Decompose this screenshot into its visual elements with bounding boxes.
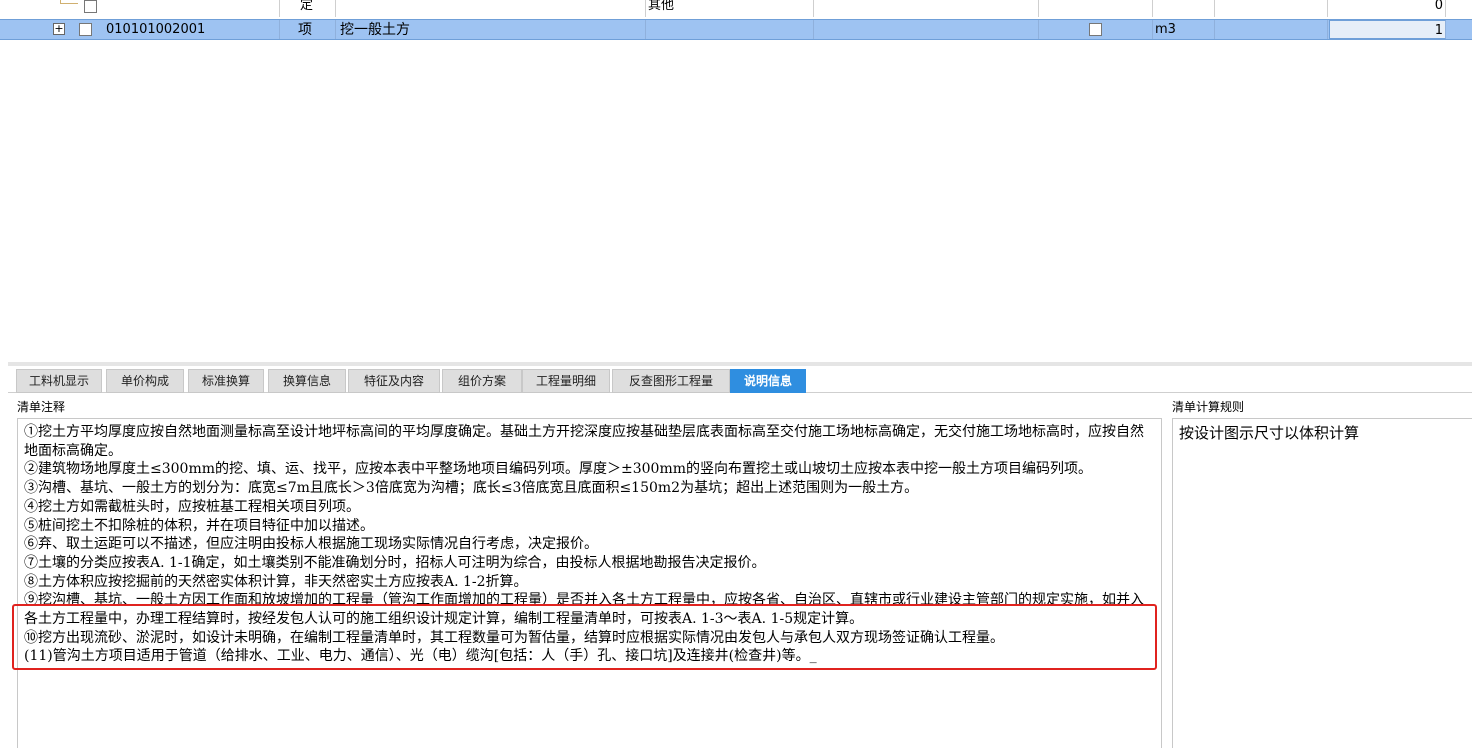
- unit-cell[interactable]: [1153, 0, 1215, 17]
- note-line: ③沟槽、基坑、一般土方的划分为：底宽≤7m且底长＞3倍底宽为沟槽；底长≤3倍底宽…: [24, 480, 919, 497]
- table-row-selected[interactable]: 010101002001 项 挖一般土方 m3 1: [0, 19, 1472, 40]
- note-line: ⑨挖沟槽、基坑、一般土方因工作面和放坡增加的工程量（管沟工作面增加的工程量）是否…: [24, 592, 1144, 628]
- tab-standard-conversion[interactable]: 标准换算: [188, 369, 264, 393]
- expand-icon[interactable]: +: [53, 23, 65, 35]
- tab-pricing-plan[interactable]: 组价方案: [442, 369, 522, 393]
- table-row[interactable]: 定 其他 0: [0, 0, 1472, 17]
- notes-textarea[interactable]: ①挖土方平均厚度应按自然地面测量标高至设计地坪标高间的平均厚度确定。基础土方开挖…: [17, 418, 1162, 748]
- tab-conversion-info[interactable]: 换算信息: [268, 369, 346, 393]
- spec-cell[interactable]: [814, 20, 1039, 39]
- tab-features[interactable]: 特征及内容: [348, 369, 440, 393]
- rules-text: 按设计图示尺寸以体积计算: [1179, 424, 1360, 442]
- note-line: ①挖土方平均厚度应按自然地面测量标高至设计地坪标高间的平均厚度确定。基础土方开挖…: [24, 424, 1144, 459]
- expr-cell[interactable]: [1215, 20, 1328, 39]
- tab-unit-price[interactable]: 单价构成: [106, 369, 184, 393]
- note-line: ⑥弃、取土运距可以不描述，但应注明由投标人根据施工现场实际情况自行考虑，决定报价…: [24, 536, 598, 553]
- row-checkbox[interactable]: [84, 0, 97, 13]
- tab-reverse-graphic[interactable]: 反查图形工程量: [612, 369, 730, 393]
- tab-quantity-detail[interactable]: 工程量明细: [522, 369, 610, 393]
- note-line: ⑤桩间挖土不扣除桩的体积，并在项目特征中加以描述。: [24, 517, 374, 534]
- item-grid: 定 其他 0 6 010101002001 项 挖一般土方 m3 1 +: [0, 0, 1472, 362]
- quantity-cell[interactable]: 0: [1328, 0, 1446, 17]
- desc-cell[interactable]: [646, 20, 814, 39]
- quantity-cell[interactable]: 1: [1329, 20, 1446, 39]
- name-cell[interactable]: 其他: [646, 0, 814, 17]
- name-cell[interactable]: 挖一般土方: [336, 20, 646, 39]
- rules-title: 清单计算规则: [1172, 400, 1245, 414]
- tab-material-display[interactable]: 工料机显示: [16, 369, 102, 393]
- unit-cell[interactable]: m3: [1153, 20, 1215, 39]
- type-cell[interactable]: 定: [280, 0, 336, 17]
- note-line: ④挖土方如需截桩头时，应按桩基工程相关项目列项。: [24, 498, 360, 515]
- note-line: (11)管沟土方项目适用于管道（给排水、工业、电力、通信）、光（电）缆沟[包括：…: [24, 648, 817, 665]
- detail-tabbar: 工料机显示 单价构成 标准换算 换算信息 特征及内容 组价方案 工程量明细 反查…: [8, 366, 1472, 393]
- name-cell-empty[interactable]: [336, 0, 646, 17]
- flag-cell[interactable]: [1039, 0, 1153, 17]
- spec-cell[interactable]: [814, 0, 1039, 17]
- notes-title: 清单注释: [17, 400, 66, 414]
- code-cell[interactable]: 010101002001: [100, 20, 280, 39]
- rules-textarea[interactable]: 按设计图示尺寸以体积计算: [1172, 418, 1472, 748]
- note-line: ⑧土方体积应按挖掘前的天然密实体积计算，非天然密实土方应按表A. 1-2折算。: [24, 573, 528, 590]
- tab-description[interactable]: 说明信息: [730, 369, 806, 393]
- row-checkbox[interactable]: [79, 23, 92, 36]
- expr-cell[interactable]: [1215, 0, 1328, 17]
- code-cell[interactable]: [100, 0, 280, 17]
- note-line: ⑩挖方出现流砂、淤泥时，如设计未明确，在编制工程量清单时，其工程数量可为暂估量，…: [24, 629, 1004, 646]
- flag-checkbox[interactable]: [1089, 23, 1102, 36]
- note-line: ②建筑物场地厚度土≤300mm的挖、填、运、找平，应按本表中平整场地项目编码列项…: [24, 461, 1093, 478]
- type-cell[interactable]: 项: [280, 20, 336, 39]
- note-line: ⑦土壤的分类应按表A. 1-1确定，如土壤类别不能准确划分时，招标人可注明为综合…: [24, 554, 766, 571]
- flag-cell[interactable]: [1039, 20, 1153, 39]
- tree-connector: [60, 0, 78, 4]
